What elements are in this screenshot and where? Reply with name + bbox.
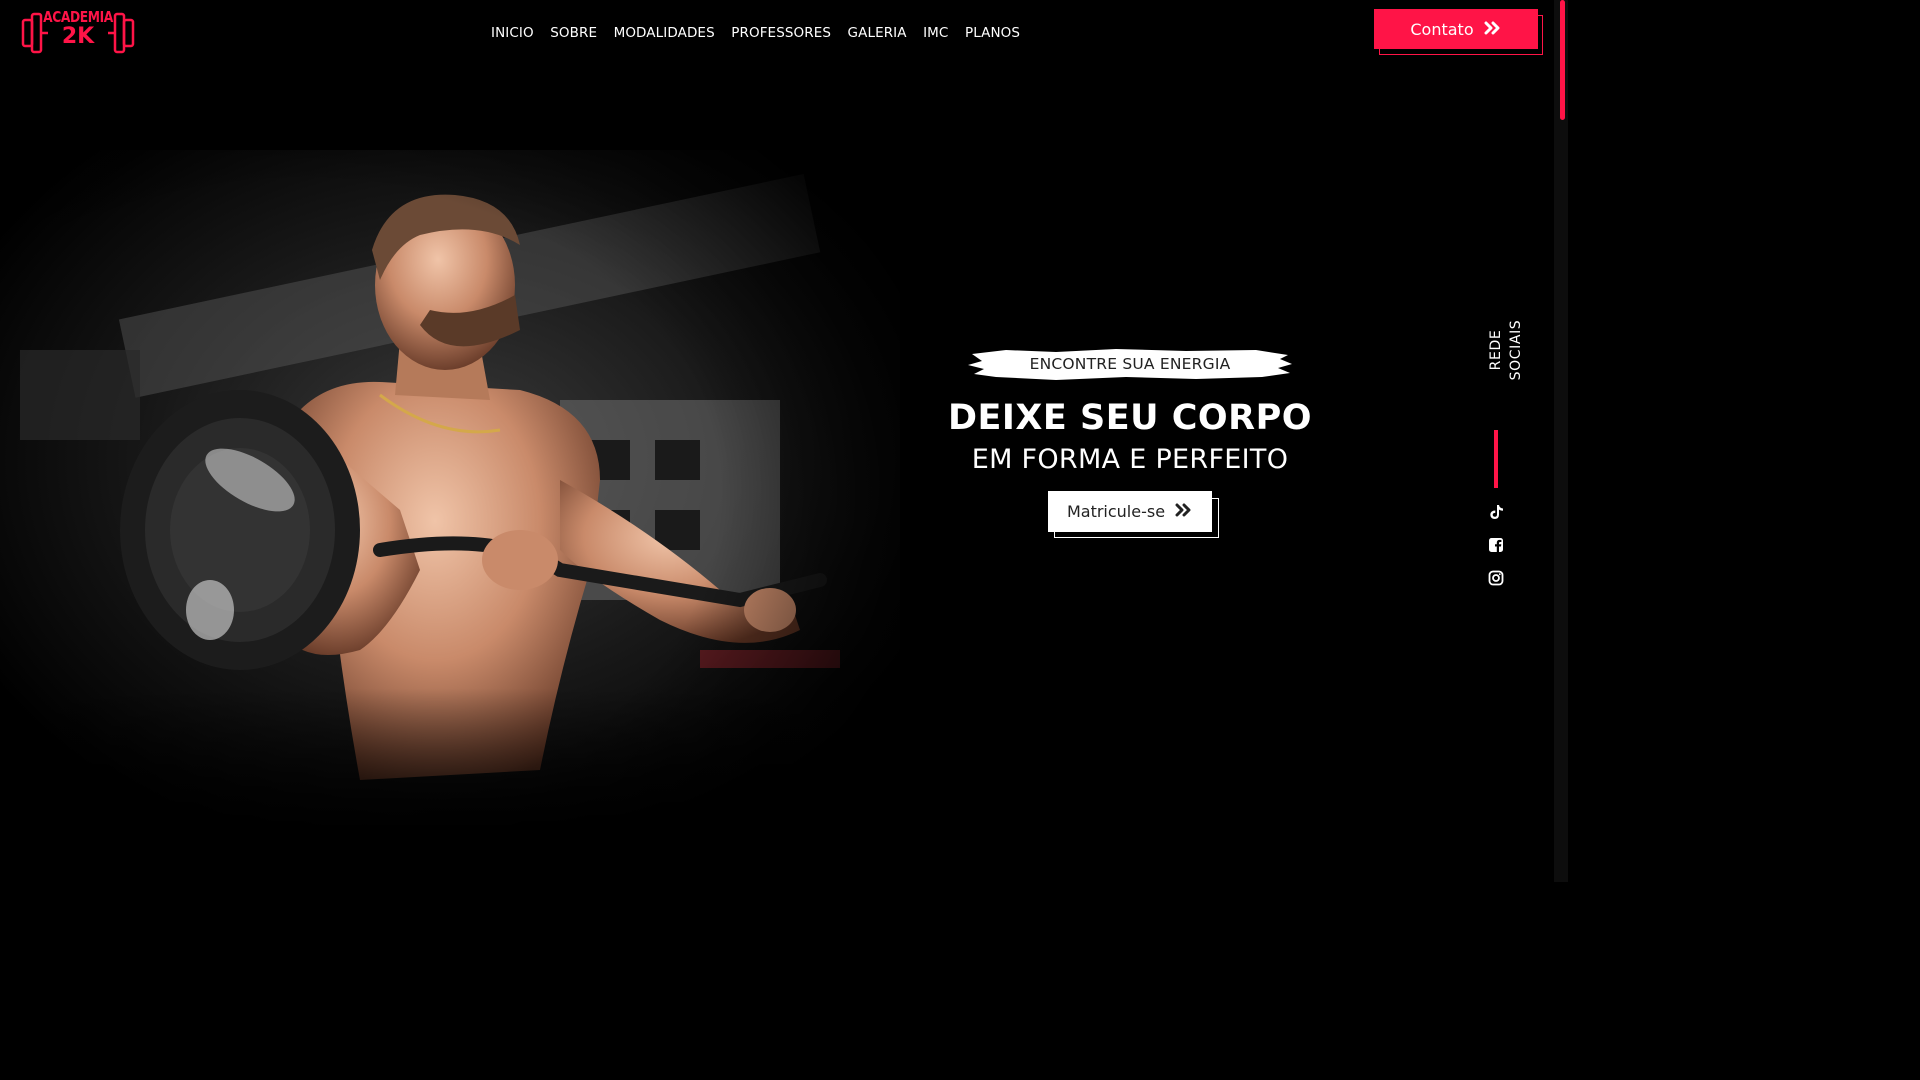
contact-button-label: Contato bbox=[1410, 19, 1474, 39]
tagline-banner: ENCONTRE SUA ENERGIA bbox=[966, 346, 1294, 382]
social-divider bbox=[1494, 430, 1498, 488]
scrollbar-track[interactable] bbox=[1554, 0, 1568, 882]
contact-button[interactable]: Contato bbox=[1374, 9, 1538, 49]
nav-item-galeria[interactable]: GALERIA bbox=[848, 22, 907, 44]
landing-page: ACADEMIA 2K INICIO SOBRE MODALIDADES PRO… bbox=[0, 0, 1568, 882]
logo-line-1: ACADEMIA bbox=[43, 8, 113, 26]
hero-image bbox=[0, 150, 900, 840]
contact-button-wrap: Contato bbox=[1374, 9, 1544, 57]
enroll-button-label: Matricule-se bbox=[1066, 502, 1166, 521]
main-nav: INICIO SOBRE MODALIDADES PROFESSORES GAL… bbox=[491, 22, 1037, 44]
hero-headline: DEIXE SEU CORPO bbox=[947, 398, 1313, 438]
logo-line-2: 2K bbox=[61, 24, 95, 49]
scrollbar-thumb[interactable] bbox=[1560, 0, 1565, 120]
double-chevron-right-icon bbox=[1175, 502, 1193, 521]
tagline-text: ENCONTRE SUA ENERGIA bbox=[1029, 355, 1231, 373]
nav-item-modalidades[interactable]: MODALIDADES bbox=[614, 22, 715, 44]
nav-item-imc[interactable]: IMC bbox=[923, 22, 948, 44]
social-section-label: REDE SOCIAIS bbox=[1488, 319, 1524, 381]
enroll-button-wrap: Matricule-se bbox=[1048, 491, 1220, 539]
nav-item-sobre[interactable]: SOBRE bbox=[550, 22, 597, 44]
facebook-icon[interactable] bbox=[1488, 537, 1504, 553]
nav-item-professores[interactable]: PROFESSORES bbox=[731, 22, 831, 44]
hero-subheadline: EM FORMA E PERFEITO bbox=[971, 444, 1289, 475]
instagram-icon[interactable] bbox=[1488, 570, 1504, 586]
nav-item-inicio[interactable]: INICIO bbox=[491, 22, 534, 44]
tiktok-icon[interactable] bbox=[1488, 504, 1504, 520]
double-chevron-right-icon bbox=[1484, 20, 1502, 39]
brand-logo[interactable]: ACADEMIA 2K bbox=[20, 6, 136, 60]
enroll-button[interactable]: Matricule-se bbox=[1048, 491, 1212, 532]
nav-item-planos[interactable]: PLANOS bbox=[965, 22, 1020, 44]
